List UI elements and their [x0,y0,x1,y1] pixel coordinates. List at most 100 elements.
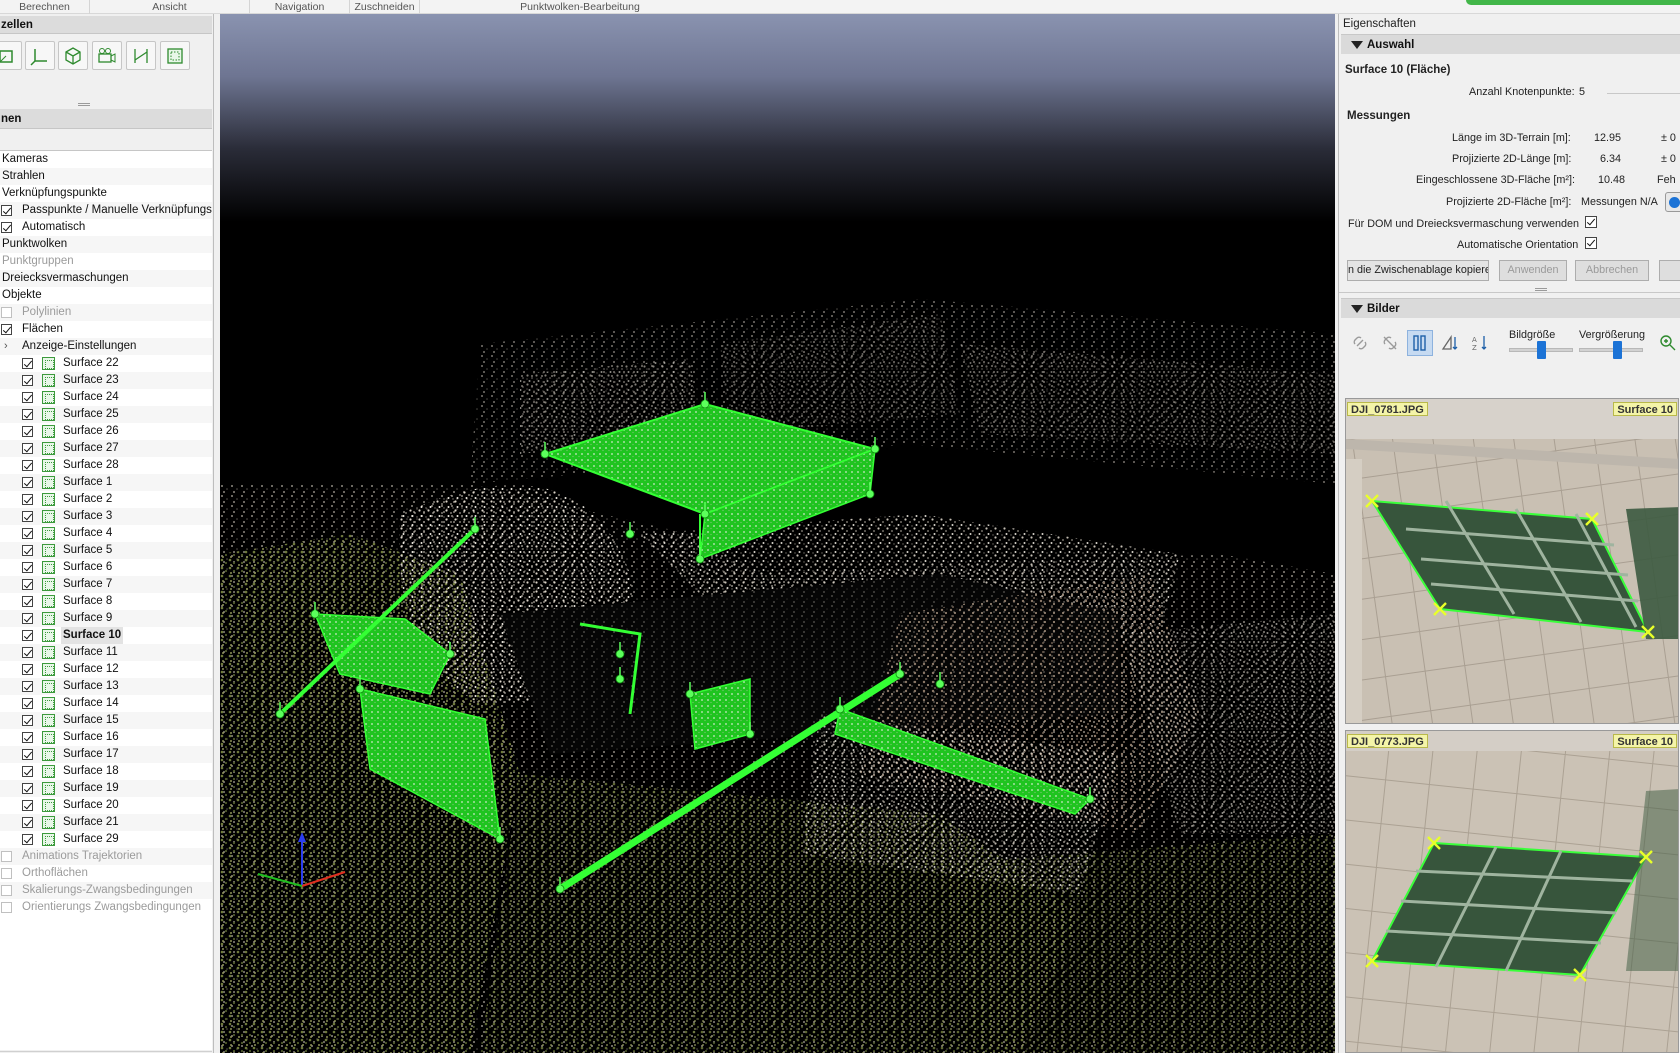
surface-row[interactable]: Surface 4 [0,525,212,542]
surface-row[interactable]: Surface 13 [0,678,212,695]
visibility-checkbox[interactable] [22,443,33,454]
tree-row[interactable]: Punktwolken [0,236,212,253]
zoom-slider-thumb[interactable] [1613,341,1623,359]
filter-button[interactable] [1407,330,1433,356]
surface-row[interactable]: Surface 22 [0,355,212,372]
apply-button[interactable]: Anwenden [1499,260,1567,281]
panel-splitter-grip[interactable] [1535,288,1547,291]
copy-clipboard-button[interactable]: n die Zwischenablage kopiere [1347,260,1489,281]
visibility-checkbox[interactable] [22,647,33,658]
visibility-checkbox[interactable] [22,681,33,692]
ribbon-group-ansicht[interactable]: Ansicht [90,0,250,14]
surface-button[interactable] [160,41,190,70]
surface-row[interactable]: Surface 20 [0,797,212,814]
surface-row[interactable]: Surface 16 [0,729,212,746]
visibility-checkbox[interactable] [1,205,12,216]
unlink-button[interactable] [1377,330,1403,356]
tree-row[interactable]: Objekte [0,287,212,304]
surface-row[interactable]: Surface 2 [0,491,212,508]
ribbon-group-zuschneiden[interactable]: Zuschneiden [350,0,420,14]
visibility-checkbox[interactable] [1,868,12,879]
visibility-checkbox[interactable] [1,885,12,896]
visibility-checkbox[interactable] [22,358,33,369]
ribbon-group-navigation[interactable]: Navigation [250,0,350,14]
surface-row[interactable]: Surface 10 [0,627,212,644]
surface-row[interactable]: Surface 27 [0,440,212,457]
tree-row[interactable]: Strahlen [0,168,212,185]
visibility-checkbox[interactable] [22,596,33,607]
tree-row[interactable]: Punktgruppen [0,253,212,270]
visibility-checkbox[interactable] [1,324,12,335]
visibility-checkbox[interactable] [22,392,33,403]
surface-row[interactable]: Surface 25 [0,406,212,423]
surface-row[interactable]: Surface 28 [0,457,212,474]
ribbon-group-punktwolken[interactable]: Punktwolken-Bearbeitung [420,0,740,14]
visibility-checkbox[interactable] [22,817,33,828]
surface-row[interactable]: Surface 23 [0,372,212,389]
surface-row[interactable]: Surface 12 [0,661,212,678]
cube-button[interactable] [58,41,88,70]
visibility-checkbox[interactable] [22,715,33,726]
surface-row[interactable]: Surface 24 [0,389,212,406]
tree-row[interactable]: Passpunkte / Manuelle Verknüpfungspunkte [0,202,212,219]
visibility-checkbox[interactable] [1,222,12,233]
visibility-checkbox[interactable] [22,613,33,624]
visibility-checkbox[interactable] [22,460,33,471]
surface-row[interactable]: Surface 14 [0,695,212,712]
tree-row[interactable]: Orthoflächen [0,865,212,882]
tiepoint-button[interactable] [126,41,156,70]
expand-arrow-icon[interactable]: › [4,338,8,355]
surface-row[interactable]: Surface 15 [0,712,212,729]
visibility-checkbox[interactable] [1,851,12,862]
visibility-checkbox[interactable] [22,579,33,590]
dom-checkbox[interactable] [1585,216,1597,228]
extra-button[interactable] [1659,260,1680,281]
surface-row[interactable]: Surface 8 [0,593,212,610]
surface-row[interactable]: Surface 5 [0,542,212,559]
panel-splitter[interactable] [0,99,212,109]
visibility-checkbox[interactable] [22,562,33,573]
surface-row[interactable]: Surface 1 [0,474,212,491]
surface-row[interactable]: Surface 21 [0,814,212,831]
visibility-checkbox[interactable] [22,698,33,709]
surface-row[interactable]: Surface 6 [0,559,212,576]
tree-row[interactable]: Orientierungs Zwangsbedingungen [0,899,212,916]
3d-viewport[interactable] [220,14,1335,1053]
tree-row[interactable]: › Anzeige-Einstellungen [0,338,212,355]
surface-row[interactable]: Surface 17 [0,746,212,763]
surface-row[interactable]: Surface 18 [0,763,212,780]
tree-row[interactable]: Dreiecksvermaschungen [0,270,212,287]
visibility-checkbox[interactable] [22,409,33,420]
visibility-checkbox[interactable] [22,426,33,437]
surface-row[interactable]: Surface 26 [0,423,212,440]
zoom-in-button[interactable] [1655,330,1680,356]
visibility-checkbox[interactable] [22,545,33,556]
visibility-checkbox[interactable] [22,766,33,777]
point-cloud-scene[interactable] [220,14,1335,1053]
visibility-checkbox[interactable] [22,783,33,794]
calibrate-button[interactable] [0,41,22,70]
visibility-checkbox[interactable] [22,732,33,743]
zoom-slider[interactable] [1579,348,1643,352]
section-bilder[interactable]: Bilder [1341,298,1680,318]
sort-angle-button[interactable] [1437,330,1463,356]
visibility-checkbox[interactable] [22,630,33,641]
axes-button[interactable] [25,41,55,70]
visibility-checkbox[interactable] [22,664,33,675]
tree-row[interactable]: Automatisch [0,219,212,236]
ribbon-group-berechnen[interactable]: Berechnen [0,0,90,14]
link-button[interactable] [1347,330,1373,356]
cancel-button[interactable]: Abbrechen [1575,260,1649,281]
camera-button[interactable] [92,41,122,70]
sort-az-button[interactable]: AZ [1467,330,1493,356]
visibility-checkbox[interactable] [1,902,12,913]
tree-row[interactable]: Animations Trajektorien [0,848,212,865]
surface-row[interactable]: Surface 7 [0,576,212,593]
visibility-checkbox[interactable] [22,375,33,386]
tree-row[interactable]: Kameras [0,151,212,168]
visibility-checkbox[interactable] [22,800,33,811]
visibility-checkbox[interactable] [22,749,33,760]
visibility-checkbox[interactable] [22,511,33,522]
tree-row[interactable]: Flächen [0,321,212,338]
auto-orient-checkbox[interactable] [1585,237,1597,249]
